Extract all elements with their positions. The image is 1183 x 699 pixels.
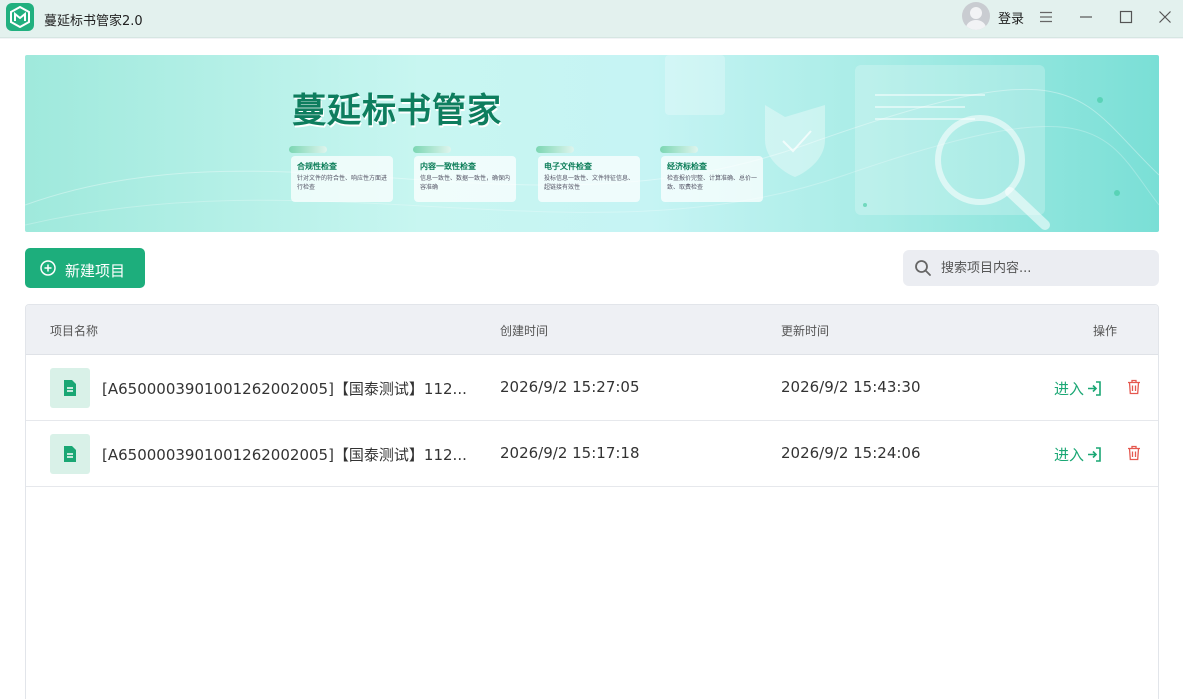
- feature-title: 经济标检查: [667, 162, 707, 171]
- app-title: 蔓延标书管家2.0: [44, 14, 143, 29]
- feature-card-electronic: 电子文件检查 投标信息一致性、文件特征信息、超链接有效性: [538, 156, 640, 202]
- project-name: [A650000390100126200200​5]【国泰测试】112...: [102, 446, 467, 464]
- table-header: 项目名称 创建时间 更新时间 操作: [26, 305, 1158, 355]
- title-bar: 蔓延标书管家2.0 登录: [0, 0, 1183, 38]
- app-logo-icon: [6, 3, 34, 31]
- search-input[interactable]: [941, 256, 1146, 280]
- created-time: 2026/9/2 15:17:18: [500, 444, 640, 462]
- project-table: 项目名称 创建时间 更新时间 操作 [A65000039010012620020…: [25, 304, 1159, 699]
- feature-card-compliance: 合规性检查 针对文件的符合性、响应性方面进行检查: [291, 156, 393, 202]
- avatar[interactable]: [962, 2, 990, 30]
- feature-desc: 投标信息一致性、文件特征信息、超链接有效性: [544, 175, 635, 191]
- feature-pill: [660, 146, 698, 153]
- table-row[interactable]: [A650000390100126200200​5]【国泰测试】112... 2…: [26, 355, 1158, 421]
- feature-card-consistency: 内容一致性检查 信息一致性、数据一致性，确保内容准确: [414, 156, 516, 202]
- enter-label: 进入: [1054, 380, 1085, 398]
- table-row[interactable]: [A650000390100126200200​5]【国泰测试】112... 2…: [26, 421, 1158, 487]
- updated-time: 2026/9/2 15:43:30: [781, 378, 921, 396]
- header-actions: 操作: [1093, 324, 1118, 338]
- feature-desc: 信息一致性、数据一致性，确保内容准确: [420, 175, 511, 191]
- feature-pill: [413, 146, 451, 153]
- updated-time: 2026/9/2 15:24:06: [781, 444, 921, 462]
- enter-label: 进入: [1054, 446, 1085, 464]
- document-icon: [50, 368, 90, 408]
- trash-icon[interactable]: [1127, 445, 1141, 461]
- new-project-button[interactable]: 新建项目: [25, 248, 145, 288]
- feature-desc: 针对文件的符合性、响应性方面进行检查: [297, 175, 388, 191]
- header-updated: 更新时间: [781, 324, 830, 338]
- feature-card-economic: 经济标检查 检查报价完整、计算准确、总价一致、取费检查: [661, 156, 763, 202]
- enter-button[interactable]: 进入: [1054, 378, 1101, 399]
- created-time: 2026/9/2 15:27:05: [500, 378, 640, 396]
- feature-pill: [536, 146, 574, 153]
- login-link[interactable]: 登录: [998, 8, 1024, 27]
- feature-title: 电子文件检查: [544, 162, 592, 171]
- banner-title: 蔓延标书管家: [292, 91, 502, 131]
- close-icon[interactable]: [1151, 4, 1179, 30]
- search-box[interactable]: [903, 250, 1159, 286]
- trash-icon[interactable]: [1127, 379, 1141, 395]
- hero-banner: 蔓延标书管家 合规性检查 针对文件的符合性、响应性方面进行检查 内容一致性检查 …: [25, 55, 1159, 232]
- project-name: [A650000390100126200200​5]【国泰测试】112...: [102, 380, 467, 398]
- document-icon: [50, 434, 90, 474]
- enter-button[interactable]: 进入: [1054, 444, 1101, 465]
- enter-arrow-icon: [1088, 447, 1101, 462]
- feature-title: 内容一致性检查: [420, 162, 476, 171]
- feature-title: 合规性检查: [297, 162, 337, 171]
- feature-desc: 检查报价完整、计算准确、总价一致、取费检查: [667, 175, 758, 191]
- plus-circle-icon: [40, 260, 56, 276]
- header-created: 创建时间: [500, 324, 549, 338]
- minimize-icon[interactable]: [1072, 4, 1100, 30]
- new-project-label: 新建项目: [65, 262, 126, 280]
- feature-pill: [289, 146, 327, 153]
- main-panel: 蔓延标书管家 合规性检查 针对文件的符合性、响应性方面进行检查 内容一致性检查 …: [0, 39, 1183, 699]
- header-name: 项目名称: [50, 324, 99, 338]
- banner-decoration: [25, 55, 1159, 230]
- hamburger-menu-icon[interactable]: [1032, 4, 1060, 30]
- enter-arrow-icon: [1088, 381, 1101, 396]
- maximize-icon[interactable]: [1112, 4, 1140, 30]
- search-icon: [915, 260, 931, 276]
